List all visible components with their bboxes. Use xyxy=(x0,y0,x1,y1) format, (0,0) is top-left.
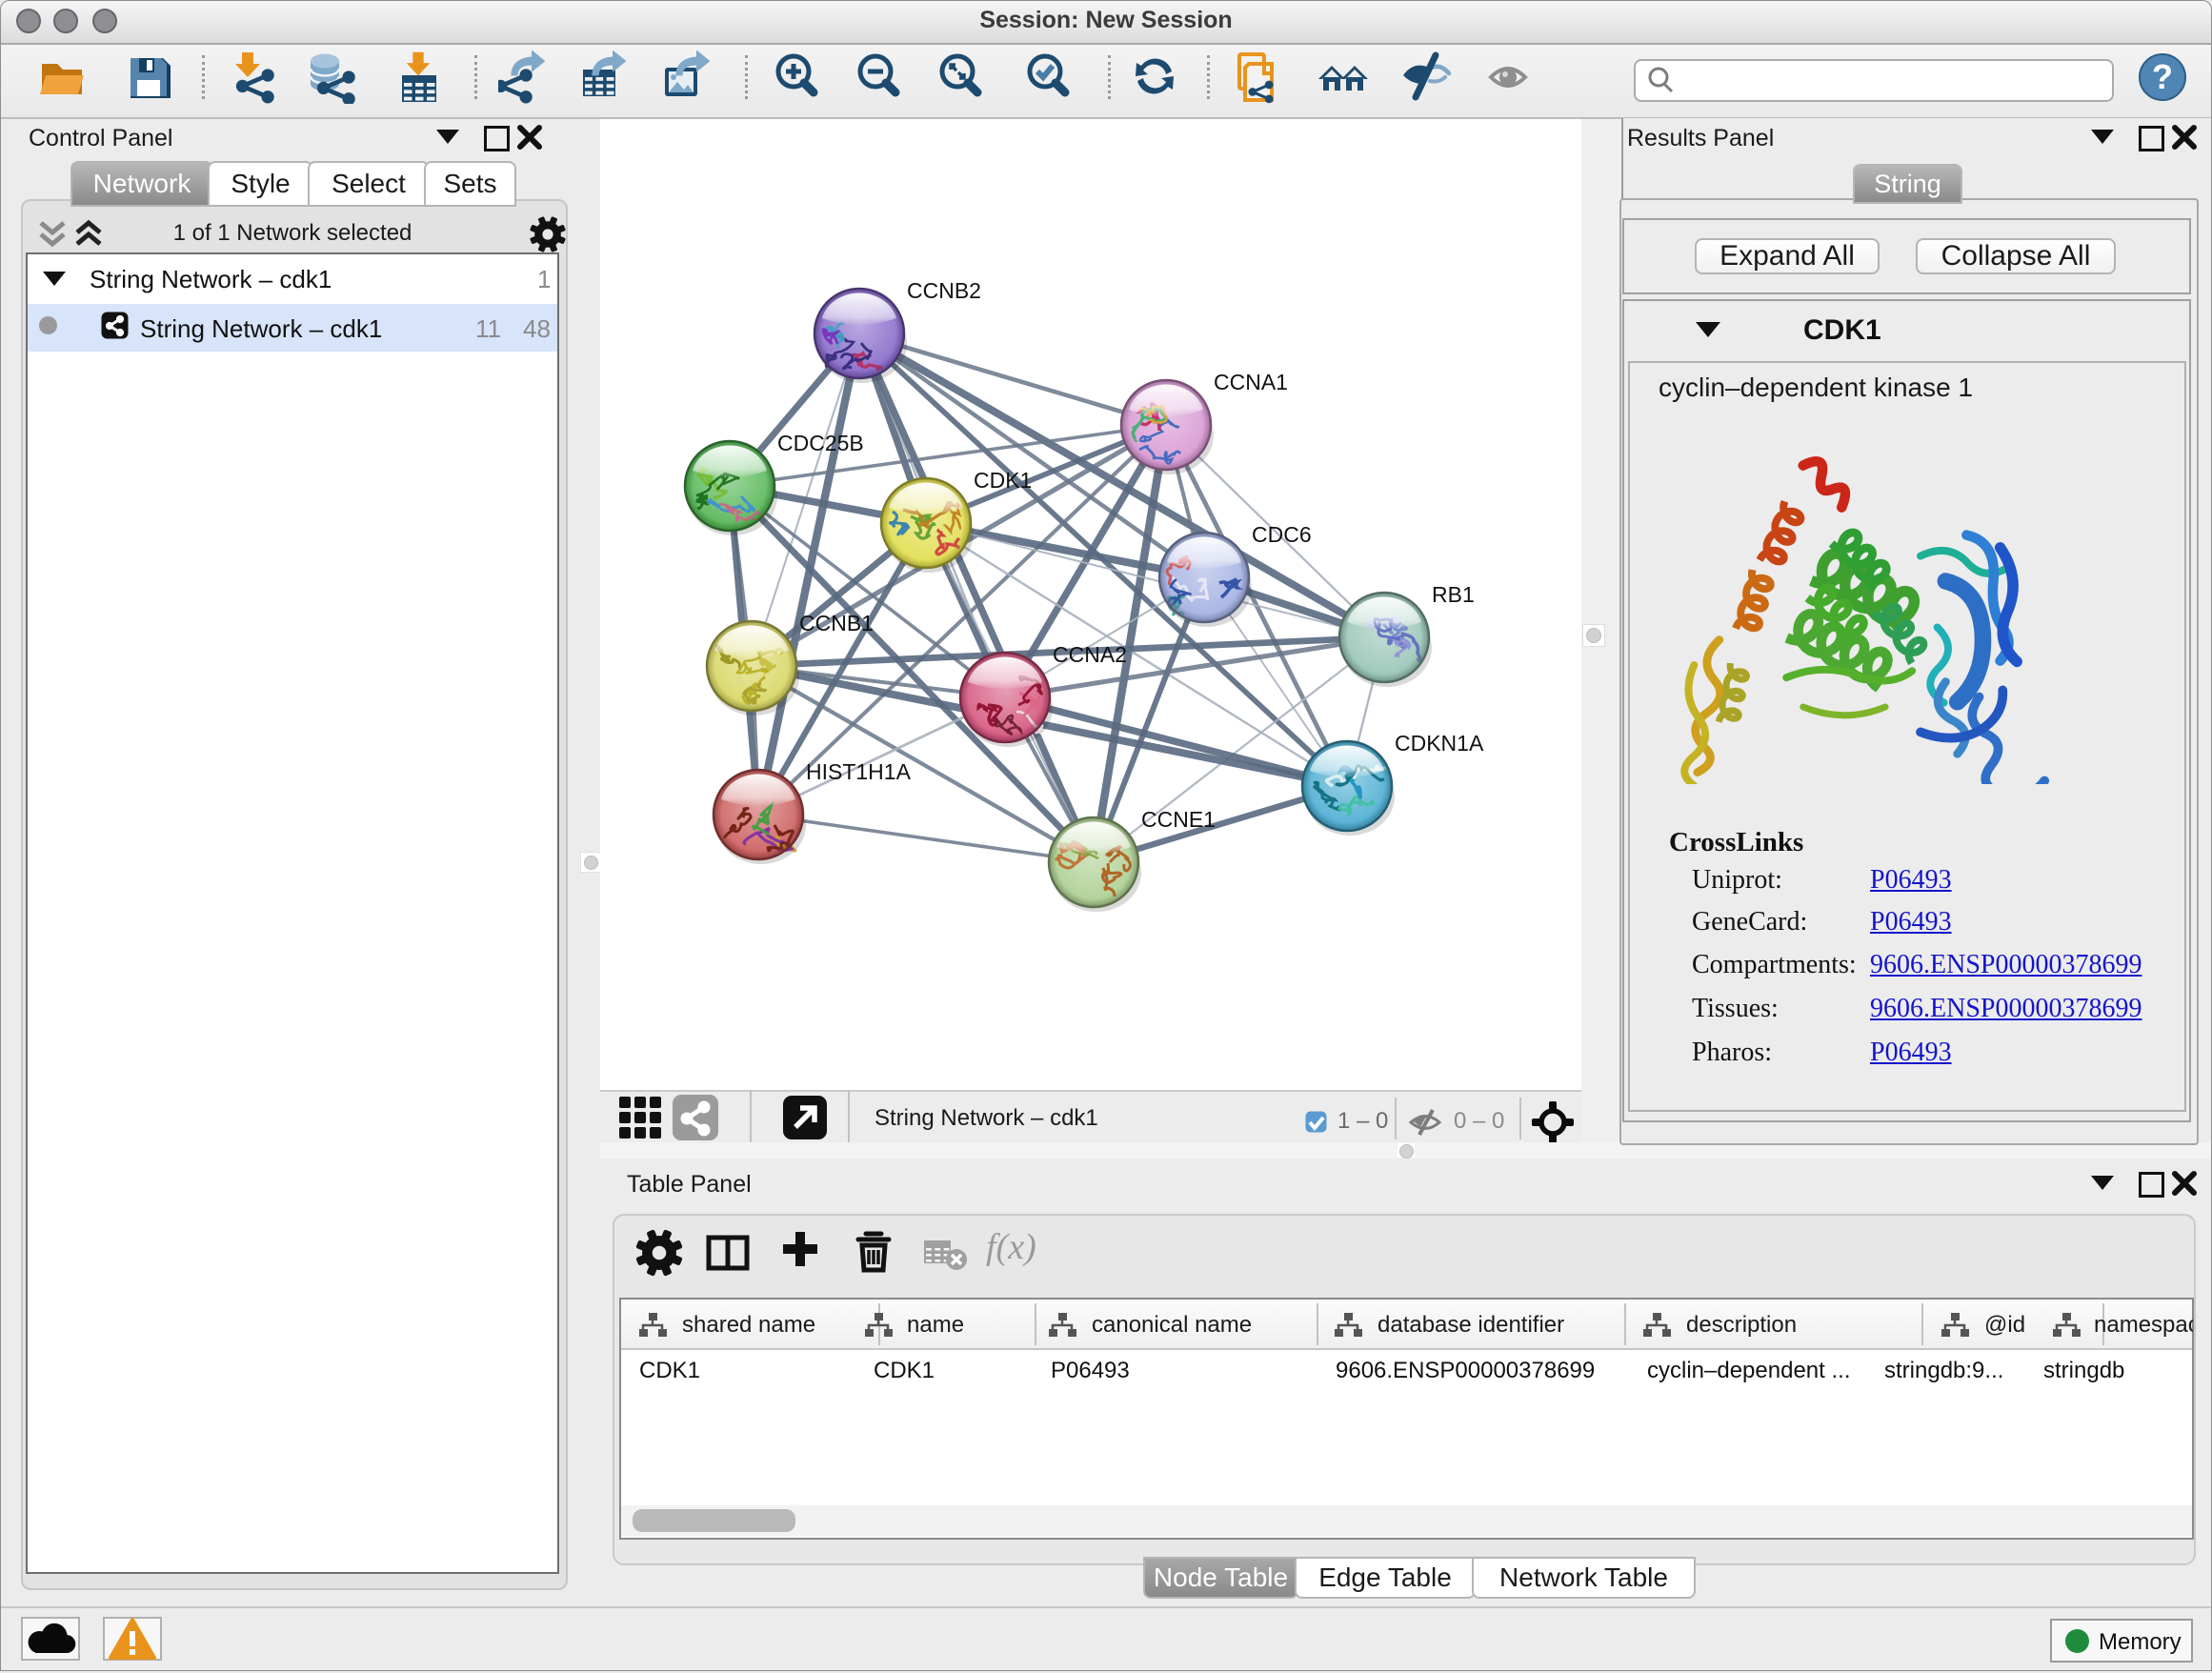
svg-text:CCNA2: CCNA2 xyxy=(1053,642,1127,667)
svg-text:CDK1: CDK1 xyxy=(974,468,1032,493)
svg-text:HIST1H1A: HIST1H1A xyxy=(806,759,912,784)
svg-text:CDKN1A: CDKN1A xyxy=(1395,731,1484,756)
svg-text:CCNB2: CCNB2 xyxy=(907,278,981,303)
svg-text:CDC6: CDC6 xyxy=(1252,522,1312,547)
svg-text:CCNE1: CCNE1 xyxy=(1141,807,1216,832)
svg-text:CDC25B: CDC25B xyxy=(777,431,864,455)
svg-text:?: ? xyxy=(2152,57,2173,96)
svg-text:CCNB1: CCNB1 xyxy=(799,611,874,635)
svg-text:RB1: RB1 xyxy=(1432,582,1475,607)
svg-text:CCNA1: CCNA1 xyxy=(1214,370,1288,394)
